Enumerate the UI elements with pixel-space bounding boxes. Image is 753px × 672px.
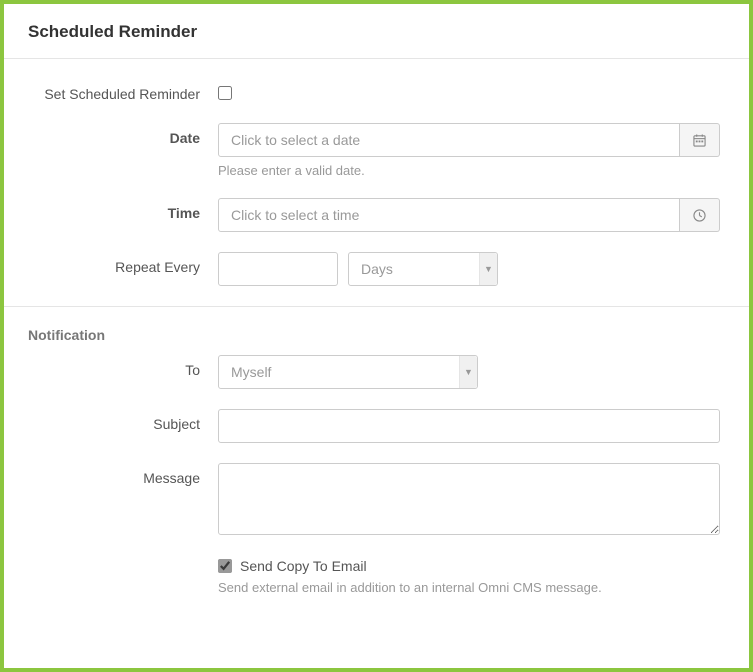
calendar-icon — [693, 134, 706, 147]
scheduled-section: Set Scheduled Reminder Date — [4, 59, 749, 286]
date-label: Date — [28, 123, 218, 146]
panel-header: Scheduled Reminder — [4, 4, 749, 59]
to-row: To Myself ▼ — [28, 355, 725, 389]
repeat-value-input[interactable] — [218, 252, 338, 286]
notification-section-title: Notification — [4, 307, 749, 355]
repeat-label: Repeat Every — [28, 252, 218, 275]
subject-label: Subject — [28, 409, 218, 432]
send-copy-checkbox[interactable] — [218, 559, 232, 573]
time-label: Time — [28, 198, 218, 221]
message-row: Message — [28, 463, 725, 538]
repeat-unit-text: Days — [361, 261, 485, 277]
subject-row: Subject — [28, 409, 725, 443]
date-row: Date — [28, 123, 725, 178]
send-copy-row: Send Copy To Email Send external email i… — [28, 558, 725, 595]
set-reminder-label: Set Scheduled Reminder — [28, 79, 218, 102]
repeat-row: Repeat Every Days ▼ — [28, 252, 725, 286]
send-copy-help-text: Send external email in addition to an in… — [218, 580, 720, 595]
message-textarea[interactable] — [218, 463, 720, 535]
message-label: Message — [28, 463, 218, 486]
clock-icon — [693, 209, 706, 222]
time-row: Time — [28, 198, 725, 232]
send-copy-label: Send Copy To Email — [240, 558, 367, 574]
chevron-down-icon: ▼ — [479, 253, 497, 285]
date-input[interactable] — [218, 123, 680, 157]
clock-button[interactable] — [680, 198, 720, 232]
date-help-text: Please enter a valid date. — [218, 163, 720, 178]
scheduled-reminder-panel: Scheduled Reminder Set Scheduled Reminde… — [0, 0, 753, 672]
time-input[interactable] — [218, 198, 680, 232]
to-select[interactable]: Myself ▼ — [218, 355, 478, 389]
subject-input[interactable] — [218, 409, 720, 443]
notification-section: To Myself ▼ Subject Message — [4, 355, 749, 595]
set-reminder-checkbox[interactable] — [218, 86, 232, 100]
chevron-down-icon: ▼ — [459, 356, 477, 388]
calendar-button[interactable] — [680, 123, 720, 157]
to-value-text: Myself — [231, 364, 465, 380]
repeat-unit-select[interactable]: Days ▼ — [348, 252, 498, 286]
to-label: To — [28, 355, 218, 378]
set-reminder-row: Set Scheduled Reminder — [28, 79, 725, 103]
panel-title: Scheduled Reminder — [28, 22, 725, 42]
